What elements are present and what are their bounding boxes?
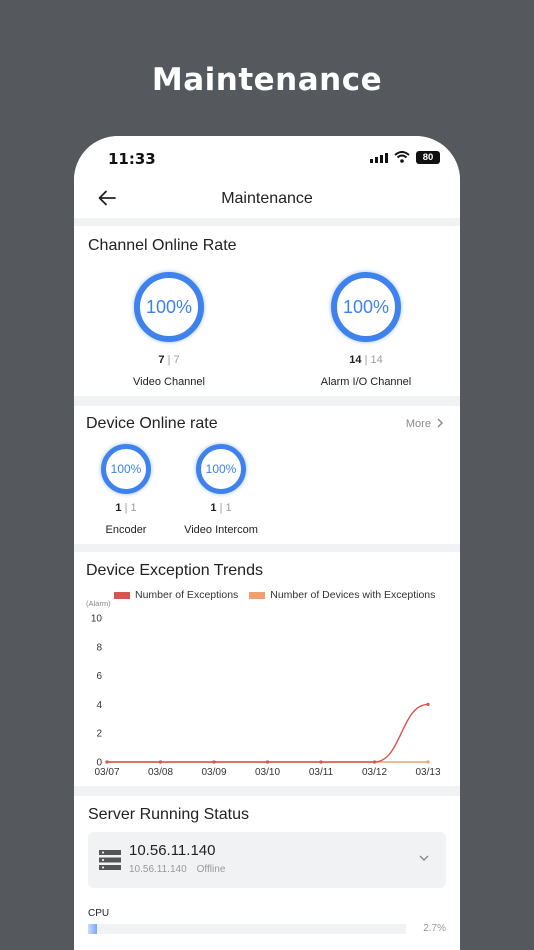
- cpu-label: CPU: [88, 908, 110, 919]
- encoder-ring: 100%: [101, 444, 151, 494]
- server-status-card: Server Running Status 10.56.11.140 10.56…: [74, 796, 460, 950]
- exception-trends-title: Device Exception Trends: [86, 562, 263, 579]
- more-link[interactable]: More: [406, 418, 444, 430]
- video-channel-label: Video Channel: [133, 376, 205, 388]
- exception-trends-chart: (Alarm)108642003/07 03/08 03/09 03/10 03/11 0…: [86, 600, 441, 778]
- video-channel-ring: 100%: [134, 272, 204, 342]
- x-tick-label: 03/10: [255, 767, 280, 778]
- chevron-down-icon[interactable]: [418, 854, 430, 862]
- data-point: [426, 760, 430, 764]
- more-label: More: [405, 418, 431, 430]
- x-tick-label: 03/08: [148, 767, 173, 778]
- x-tick-label: 03/09: [201, 767, 226, 778]
- encoder-counts: 1 | 1: [115, 502, 137, 514]
- cpu-progress-fill: [88, 924, 97, 934]
- server-icon: [99, 850, 121, 870]
- signal-icon: [370, 153, 388, 163]
- device-online-title: Device Online rate: [86, 415, 218, 432]
- channel-online-card: Channel Online Rate 100% 7 | 7 Video Cha…: [74, 226, 460, 396]
- data-point: [426, 702, 430, 706]
- nav-bar: Maintenance: [74, 180, 460, 218]
- x-tick-label: 03/12: [362, 767, 387, 778]
- status-bar: 11:33 80: [74, 136, 460, 180]
- video-intercom-counts: 1 | 1: [210, 502, 232, 514]
- video-channel-counts: 7 | 7: [158, 354, 180, 366]
- y-tick-label: 6: [96, 671, 102, 682]
- video-intercom-label: Video Intercom: [184, 524, 258, 536]
- phone-frame: 11:33 80 Maintenance Channel Online Rate…: [74, 136, 460, 950]
- y-axis-unit-label: (Alarm): [86, 600, 111, 608]
- y-tick-label: 4: [96, 700, 102, 711]
- data-point: [158, 760, 163, 764]
- legend-swatch-devices: [249, 591, 266, 599]
- server-sub-ip: 10.56.11.140: [129, 864, 187, 875]
- wifi-icon: [394, 151, 410, 163]
- channel-online-title: Channel Online Rate: [88, 237, 237, 254]
- data-point: [212, 760, 216, 764]
- exception-trends-card: Device Exception Trends Number of Except…: [74, 552, 460, 786]
- series-line: [107, 703, 429, 763]
- y-tick-label: 2: [96, 729, 102, 740]
- banner-title: Maintenance: [151, 62, 383, 98]
- data-point: [105, 760, 109, 764]
- chevron-right-icon: [437, 418, 443, 428]
- server-state: Offline: [196, 864, 226, 875]
- alarm-io-channel-ring: 100%: [331, 272, 401, 342]
- x-tick-label: 03/13: [415, 767, 440, 778]
- y-tick-label: 8: [96, 642, 102, 653]
- encoder-label: Encoder: [105, 524, 147, 536]
- legend-swatch-exceptions: [114, 591, 130, 599]
- cpu-value: 2.7%: [423, 923, 446, 934]
- alarm-io-channel-counts: 14 | 14: [349, 354, 383, 366]
- device-online-card: Device Online rate More 100% 1 | 1 Encod…: [74, 406, 460, 544]
- server-ip: 10.56.11.140: [129, 842, 216, 859]
- server-details: 10.56.11.140 Offline: [129, 864, 235, 875]
- status-time: 11:33: [108, 150, 156, 168]
- server-item[interactable]: 10.56.11.140 10.56.11.140 Offline: [88, 832, 446, 888]
- page-title: Maintenance: [221, 190, 313, 207]
- alarm-io-channel-label: Alarm I/O Channel: [320, 376, 412, 388]
- data-point: [372, 760, 377, 764]
- data-point: [319, 760, 323, 764]
- video-intercom-ring: 100%: [196, 444, 246, 494]
- y-tick-label: 10: [91, 614, 103, 625]
- battery-icon: 80: [416, 151, 440, 164]
- server-status-title: Server Running Status: [88, 806, 249, 823]
- cpu-progress-bar: [88, 924, 406, 934]
- x-tick-label: 03/07: [94, 767, 119, 778]
- data-point: [265, 760, 270, 764]
- x-tick-label: 03/11: [309, 767, 334, 778]
